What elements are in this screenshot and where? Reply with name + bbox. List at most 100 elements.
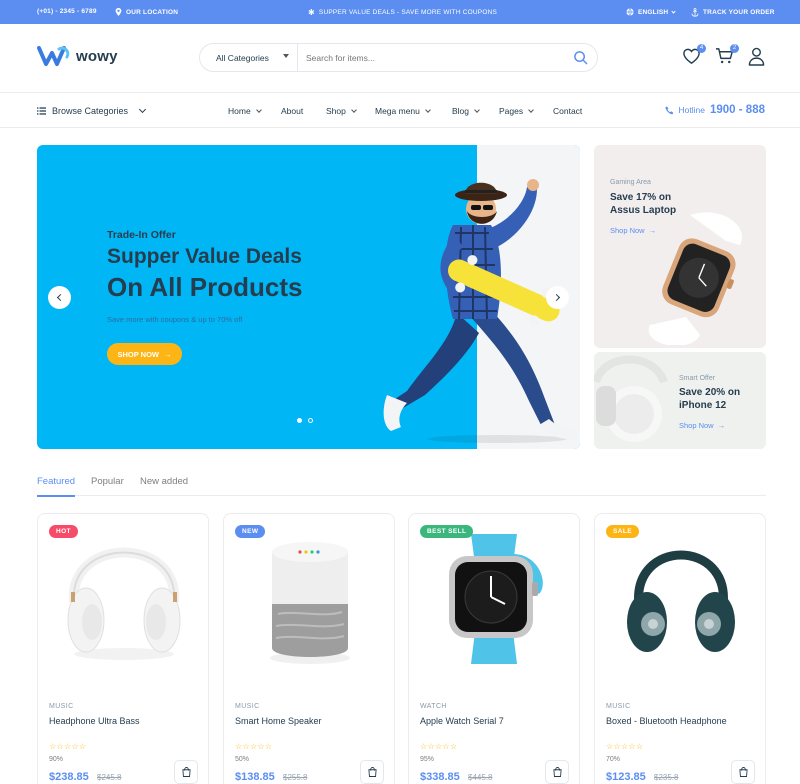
slider-prev-button[interactable]: [48, 286, 71, 309]
slider-next-button[interactable]: [546, 286, 569, 309]
side-banner-2-title1: Save 20% on: [679, 387, 741, 398]
top-phone[interactable]: (+01) - 2345 - 6789: [37, 8, 97, 15]
add-to-cart-button[interactable]: [174, 760, 198, 784]
side-banner-2-link[interactable]: Shop Now →: [679, 421, 725, 430]
side-banner-laptop[interactable]: Gaming Area Save 17% on Assus Laptop Sho…: [594, 145, 766, 348]
slider-dot-2[interactable]: [308, 418, 313, 423]
nav-contact-label: Contact: [553, 106, 583, 116]
location-pin-icon: [115, 8, 122, 16]
wishlist-button[interactable]: 4: [682, 44, 706, 67]
nav-about[interactable]: About: [281, 106, 303, 116]
top-location[interactable]: OUR LOCATION: [115, 8, 178, 16]
product-category[interactable]: WATCH: [420, 703, 447, 710]
product-name[interactable]: Boxed - Bluetooth Headphone: [606, 716, 727, 726]
product-price: $123.85: [606, 771, 646, 783]
search-input[interactable]: [306, 50, 556, 65]
hero-subtitle: Trade-In Offer: [107, 229, 176, 241]
slider-dot-1[interactable]: [297, 418, 302, 423]
hero-title-line2: On All Products: [107, 272, 303, 302]
side-banner-1-title1: Save 17% on: [610, 192, 672, 203]
top-location-text: OUR LOCATION: [126, 8, 179, 16]
hotline[interactable]: Hotline 1900 - 888: [664, 104, 765, 116]
product-card[interactable]: SALE MUSIC Boxed - Bluetooth Headphone ☆…: [594, 513, 766, 784]
add-to-cart-button[interactable]: [731, 760, 755, 784]
nav-blog[interactable]: Blog: [452, 106, 480, 116]
product-card[interactable]: HOT MUSIC Headphone Ultra Bass ☆☆☆☆☆ 90%…: [37, 513, 209, 784]
arrow-right-icon: →: [164, 349, 172, 359]
browse-categories-label: Browse Categories: [52, 106, 129, 116]
anchor-icon: [691, 8, 699, 17]
chevron-down-icon: [425, 106, 431, 113]
star-rating-icon: ☆☆☆☆☆: [235, 742, 273, 751]
wishlist-count-badge: 4: [697, 44, 706, 53]
product-price: $338.85: [420, 771, 460, 783]
product-name[interactable]: Headphone Ultra Bass: [49, 716, 140, 726]
snowflake-icon: ✱: [308, 8, 315, 17]
side-banner-1-link[interactable]: Shop Now →: [610, 226, 656, 235]
track-order-link[interactable]: TRACK YOUR ORDER: [691, 8, 775, 17]
chevron-right-icon: [552, 293, 561, 302]
headphones-image: [594, 355, 668, 442]
cart-button[interactable]: 2: [715, 44, 739, 67]
star-rating-icon: ☆☆☆☆☆: [49, 742, 87, 751]
product-category[interactable]: MUSIC: [49, 703, 74, 710]
product-category[interactable]: MUSIC: [606, 703, 631, 710]
product-badge: SALE: [606, 525, 639, 538]
account-button[interactable]: [748, 47, 768, 67]
nav-mega-menu[interactable]: Mega menu: [375, 106, 431, 116]
language-selector[interactable]: ENGLISH: [626, 8, 676, 16]
tab-featured[interactable]: Featured: [37, 476, 76, 497]
top-promo: ✱ SUPPER VALUE DEALS - SAVE MORE WITH CO…: [308, 8, 497, 17]
chevron-down-icon: [283, 54, 289, 58]
product-image-watch: [449, 534, 543, 664]
user-icon: [748, 47, 765, 66]
product-badge: BEST SELL: [420, 525, 474, 538]
chevron-left-icon: [56, 293, 65, 302]
shopping-bag-icon: [738, 767, 748, 777]
search-category-select[interactable]: All Categories: [200, 44, 298, 71]
product-old-price: $245.8: [97, 773, 122, 782]
chevron-down-icon: [474, 106, 480, 113]
product-rating-percent: 95%: [420, 756, 435, 763]
logo[interactable]: wowy: [37, 45, 118, 67]
product-rating-percent: 50%: [235, 756, 250, 763]
search-icon[interactable]: [573, 50, 588, 65]
globe-icon: [626, 8, 634, 16]
nav-shop-label: Shop: [326, 106, 346, 116]
nav-shop[interactable]: Shop: [326, 106, 357, 116]
side-banner-iphone[interactable]: Smart Offer Save 20% on iPhone 12 Shop N…: [594, 352, 766, 449]
nav-contact[interactable]: Contact: [553, 106, 582, 116]
side-banner-1-title2: Assus Laptop: [610, 205, 677, 216]
top-promo-text: SUPPER VALUE DEALS - SAVE MORE WITH COUP…: [318, 9, 498, 16]
shopping-bag-icon: [367, 767, 377, 777]
product-badge: HOT: [49, 525, 78, 538]
product-name[interactable]: Smart Home Speaker: [235, 716, 322, 726]
hero-description: Save more with coupons & up to 70% off: [107, 315, 243, 324]
product-card[interactable]: BEST SELL WATCH Apple Watch Serial 7 ☆☆☆…: [408, 513, 580, 784]
side-banner-2-title2: iPhone 12: [679, 400, 727, 411]
product-name[interactable]: Apple Watch Serial 7: [420, 716, 504, 726]
nav-home-label: Home: [228, 106, 251, 116]
arrow-right-icon: →: [648, 226, 657, 235]
add-to-cart-button[interactable]: [545, 760, 569, 784]
tab-popular[interactable]: Popular: [91, 476, 124, 495]
side-banner-2-label: Smart Offer: [679, 375, 716, 382]
tab-new-added[interactable]: New added: [140, 476, 188, 495]
add-to-cart-button[interactable]: [360, 760, 384, 784]
nav-home[interactable]: Home: [228, 106, 262, 116]
product-tabs: Featured Popular New added: [37, 476, 766, 497]
hotline-number: 1900 - 888: [710, 104, 765, 116]
product-price: $138.85: [235, 771, 275, 783]
top-bar: (+01) - 2345 - 6789 OUR LOCATION ✱ SUPPE…: [0, 0, 800, 24]
search-category-label: All Categories: [216, 52, 269, 63]
shopping-bag-icon: [181, 767, 191, 777]
product-category[interactable]: MUSIC: [235, 703, 260, 710]
browse-categories-button[interactable]: Browse Categories: [37, 105, 147, 116]
product-badge: NEW: [235, 525, 266, 538]
product-card[interactable]: NEW MUSIC Smart Home Speaker ☆☆☆☆☆ 50% $…: [223, 513, 395, 784]
nav-pages[interactable]: Pages: [499, 106, 534, 116]
chevron-down-icon: [528, 106, 534, 113]
main-nav: Browse Categories Home About Shop Mega m…: [0, 92, 800, 128]
hero-shop-now-button[interactable]: SHOP NOW →: [107, 343, 182, 365]
phone-icon: [664, 105, 673, 114]
